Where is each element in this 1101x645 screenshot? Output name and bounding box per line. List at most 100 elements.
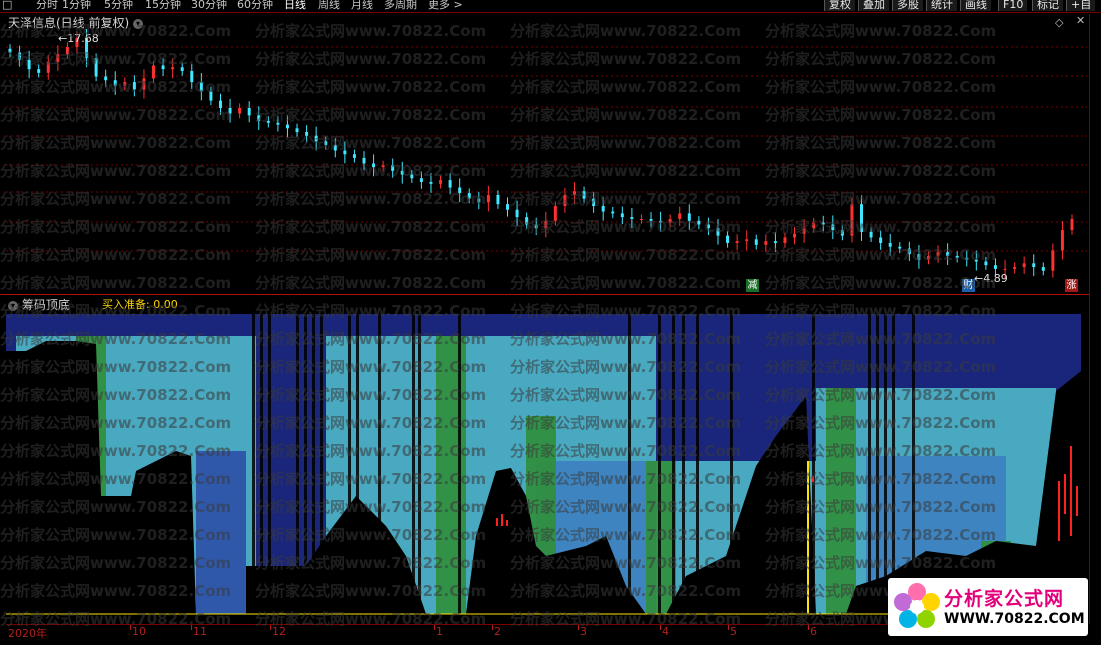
restore-rights-button[interactable]: 复权 (824, 0, 855, 11)
overlay-button[interactable]: 叠加 (858, 0, 889, 11)
candle-body (257, 115, 261, 121)
candle-body (218, 100, 222, 108)
date-label: 2020年 (8, 627, 47, 640)
chip-gap (268, 314, 271, 614)
candle-body (8, 48, 12, 53)
candle-body (1070, 218, 1074, 231)
candle-body (180, 67, 184, 71)
candle-body (276, 122, 280, 125)
candle-body (726, 235, 730, 244)
custom-button[interactable]: +自 (1066, 0, 1096, 11)
draw-line-button[interactable]: 画线 (960, 0, 991, 11)
statistics-button[interactable]: 统计 (926, 0, 957, 11)
candle-body (850, 204, 854, 236)
tab-period-6[interactable]: 日线 (284, 0, 306, 11)
candle-body (936, 252, 940, 256)
candle-body (496, 194, 500, 205)
candle-body (697, 220, 701, 225)
candle-body (132, 82, 136, 90)
candle-body (199, 82, 203, 92)
candle-body (687, 213, 691, 221)
tab-period-0[interactable]: 分时 (36, 0, 58, 11)
candle-body (486, 194, 490, 203)
candle-body (477, 198, 481, 203)
diamond-icon[interactable]: ◇ (1055, 16, 1063, 29)
finance-marker[interactable]: 财 (962, 279, 975, 292)
chip-gap (658, 314, 661, 614)
chip-gap (320, 314, 323, 614)
chart-window: □ 分时 1分钟 5分钟 15分钟 30分钟 60分钟 日线 周线 月线 多周期… (0, 0, 1101, 645)
candle-body (266, 120, 270, 123)
tab-period-9[interactable]: 多周期 (384, 0, 417, 11)
candle-body (898, 246, 902, 249)
tab-period-3[interactable]: 15分钟 (145, 0, 181, 11)
red-signal (506, 520, 508, 526)
candle-body (678, 213, 682, 219)
tab-period-2[interactable]: 5分钟 (104, 0, 133, 11)
candle-body (123, 82, 127, 86)
candle-body (812, 222, 816, 229)
chip-gap (884, 314, 887, 614)
tab-period-8[interactable]: 月线 (351, 0, 373, 11)
tab-period-1[interactable]: 1分钟 (62, 0, 91, 11)
date-label: 3 (580, 625, 587, 638)
candle-body (802, 228, 806, 234)
candle-body (391, 165, 395, 171)
f10-button[interactable]: F10 (998, 0, 1028, 11)
chevron-down-icon[interactable]: ▾ (8, 300, 18, 311)
candle-body (1041, 267, 1045, 271)
mark-button[interactable]: 标记 (1032, 0, 1063, 11)
multi-stock-button[interactable]: 多股 (892, 0, 923, 11)
chip-distribution-chart (6, 314, 1087, 615)
candle-body (649, 218, 653, 221)
chevron-down-icon[interactable]: ▾ (133, 18, 144, 29)
candle-body (113, 80, 117, 86)
candle-body (926, 255, 930, 260)
chip-indicator-panel[interactable]: ▾ 筹码顶底 买入准备: 0.00 (6, 296, 1087, 622)
panel-divider[interactable] (0, 294, 1089, 295)
candle-body (659, 220, 663, 223)
tab-period-7[interactable]: 周线 (318, 0, 340, 11)
candle-body (419, 178, 423, 182)
reduce-marker[interactable]: 减 (746, 279, 759, 292)
candle-body (1060, 230, 1064, 251)
candle-body (372, 163, 376, 168)
menu-icon[interactable]: □ (2, 0, 12, 11)
candle-body (563, 194, 567, 207)
red-signal (1064, 474, 1066, 514)
chip-band (826, 388, 856, 614)
date-label: 5 (730, 625, 737, 638)
candle-body (888, 243, 892, 247)
candle-body (1022, 263, 1026, 268)
candle-body (821, 222, 825, 225)
candle-body (161, 65, 165, 70)
rise-marker[interactable]: 涨 (1065, 279, 1078, 292)
chip-gap (412, 314, 415, 614)
candle-body (27, 59, 31, 70)
candle-body (630, 217, 634, 219)
red-signal (812, 476, 814, 482)
low-price-label: ←4.89 (974, 272, 1008, 285)
tab-period-more[interactable]: 更多 > (428, 0, 463, 11)
red-signal (1076, 486, 1078, 516)
logo-title: 分析家公式网 (944, 588, 1065, 610)
price-panel[interactable]: 天泽信息(日线 前复权) ▾ ◇ ✕ ←17.68 ←4.89 减 财 涨 (6, 14, 1087, 294)
candle-body (209, 91, 213, 101)
chip-gap (628, 314, 631, 614)
chip-gap (876, 314, 879, 614)
red-signal (1058, 481, 1060, 541)
candle-body (525, 217, 529, 225)
flower-logo-icon (894, 583, 940, 628)
tab-period-4[interactable]: 30分钟 (191, 0, 227, 11)
close-icon[interactable]: ✕ (1076, 14, 1085, 27)
chip-gap (730, 314, 733, 614)
candle-body (142, 78, 146, 90)
candle-body (783, 237, 787, 244)
candle-body (668, 218, 672, 223)
chip-gap (912, 314, 915, 614)
tab-period-5[interactable]: 60分钟 (237, 0, 273, 11)
candle-body (104, 76, 108, 81)
date-tick (728, 625, 729, 630)
period-toolbar: □ 分时 1分钟 5分钟 15分钟 30分钟 60分钟 日线 周线 月线 多周期… (0, 0, 1101, 13)
date-label: 4 (662, 625, 669, 638)
